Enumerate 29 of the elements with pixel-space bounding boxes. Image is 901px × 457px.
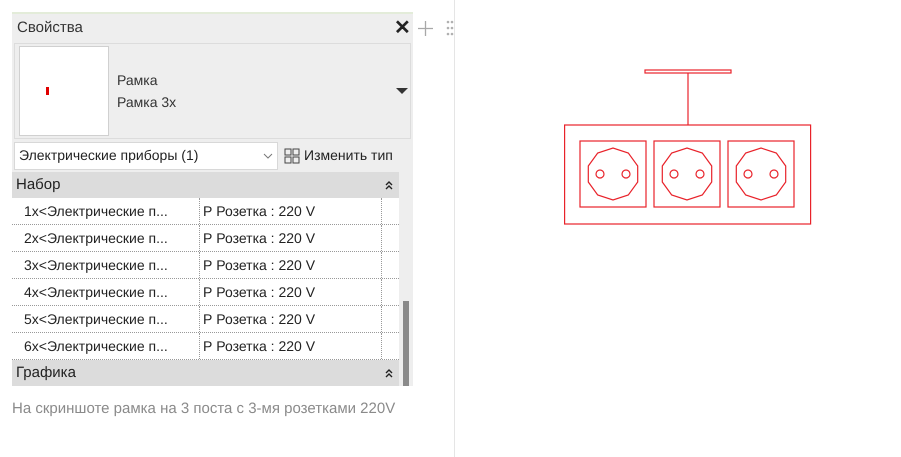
thumbnail-mark-icon — [46, 87, 48, 95]
scrollbar-thumb[interactable] — [403, 301, 410, 386]
chevron-icon — [263, 152, 273, 159]
category-dropdown[interactable]: Электрические приборы (1) — [14, 142, 278, 170]
table-cell: 6x<Электрические п... — [12, 333, 200, 359]
family-name: Рамка — [117, 71, 159, 90]
table-cell: 3x<Электрические п... — [12, 252, 200, 278]
panel-title: Свойства — [17, 18, 83, 38]
type-name: Рамка 3х — [117, 93, 178, 112]
table-cell: Р Розетка : 220 V — [200, 225, 382, 251]
edit-type-icon — [284, 148, 300, 164]
table-cell: 5x<Электрические п... — [12, 306, 200, 332]
drag-handle-icon[interactable] — [446, 20, 454, 36]
close-button[interactable]: ✕ — [394, 18, 411, 38]
plus-icon[interactable] — [417, 20, 434, 37]
section-header[interactable]: Графика — [12, 360, 400, 386]
table-cell: 2x<Электрические п... — [12, 225, 200, 251]
type-selector[interactable]: Рамка Рамка 3х — [14, 42, 411, 140]
table-cell: Р Розетка : 220 V — [200, 252, 382, 278]
edit-type-button[interactable]: Изменить тип — [284, 145, 393, 166]
section-header[interactable]: Набор — [12, 172, 400, 198]
dropdown-caret-icon — [396, 88, 408, 94]
table-cell: 4x<Электрические п... — [12, 279, 200, 305]
table-cell: Р Розетка : 220 V — [200, 333, 382, 359]
table-cell: Р Розетка : 220 V — [200, 198, 382, 224]
table-cell: 1x<Электрические п... — [12, 198, 200, 224]
table-cell: Р Розетка : 220 V — [200, 306, 382, 332]
caption: На скриншоте рамка на 3 поста с 3-мя розетками 220V — [12, 399, 396, 419]
table-cell: Р Розетка : 220 V — [200, 279, 382, 305]
